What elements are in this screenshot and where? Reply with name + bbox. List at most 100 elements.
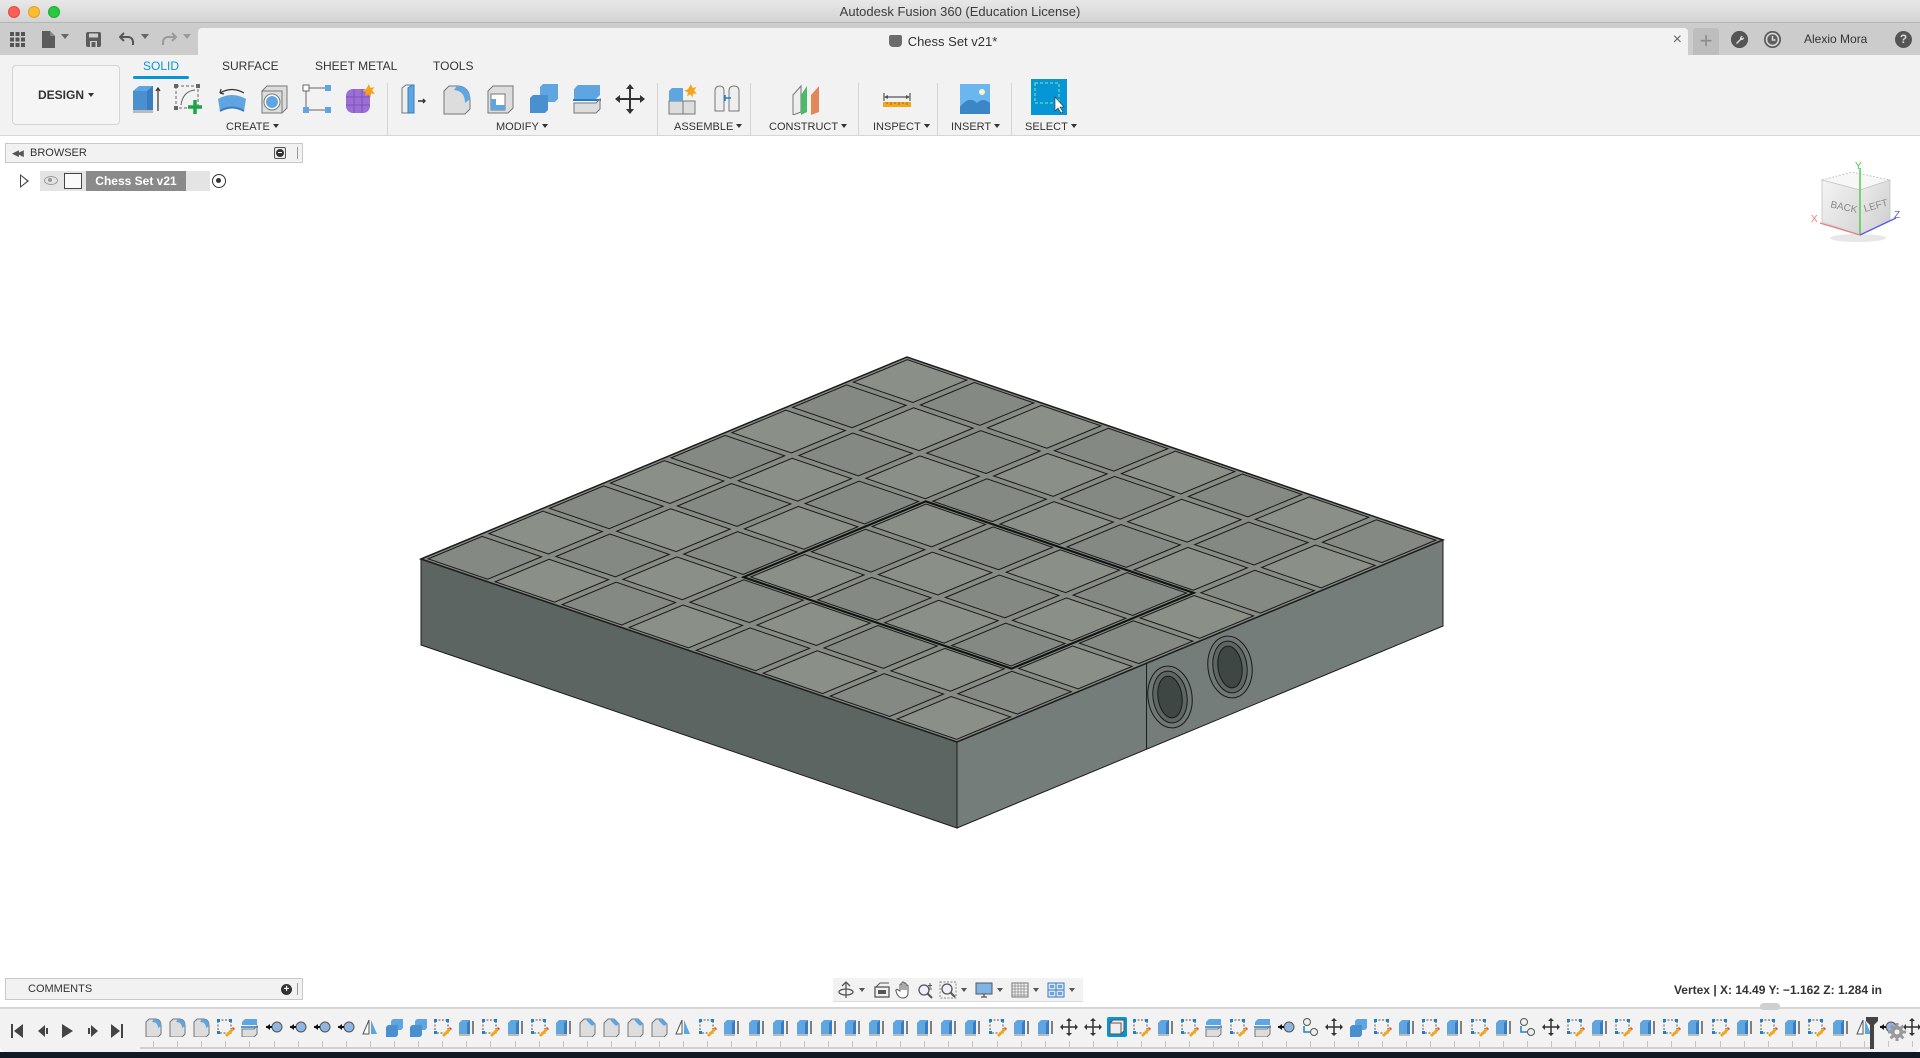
timeline-feature-move[interactable] [1059, 1017, 1079, 1037]
hole-tool-icon[interactable] [259, 83, 291, 115]
board-square[interactable] [554, 533, 671, 578]
create-menu[interactable]: CREATE [226, 121, 279, 133]
timeline-feature-box[interactable] [1107, 1017, 1127, 1037]
board-square[interactable] [1059, 475, 1176, 520]
board-square[interactable] [1071, 572, 1189, 616]
measure-tool-icon[interactable] [881, 83, 913, 115]
board-square[interactable] [1186, 473, 1304, 518]
workspace-switcher-button[interactable]: DESIGN [12, 65, 120, 125]
board-square[interactable] [621, 556, 738, 601]
tab-sheet-metal[interactable]: SHEET METAL [315, 59, 397, 79]
board-square[interactable] [1260, 544, 1377, 589]
board-square[interactable] [998, 501, 1115, 545]
timeline-feature-extrude[interactable] [1734, 1017, 1754, 1037]
board-square[interactable] [1119, 450, 1237, 495]
undo-history-caret-icon[interactable] [141, 34, 149, 39]
step-back-icon[interactable] [36, 1023, 50, 1039]
timeline-feature-extrude[interactable] [456, 1017, 476, 1037]
board-square[interactable] [694, 627, 812, 672]
timeline-feature-extrude[interactable] [794, 1017, 814, 1037]
go-to-start-icon[interactable] [10, 1023, 24, 1039]
panel-resize-grip[interactable] [297, 147, 298, 159]
panel-resize-grip[interactable] [297, 983, 298, 995]
timeline-feature-sketch[interactable] [480, 1017, 501, 1037]
timeline-feature-extrude[interactable] [818, 1017, 838, 1037]
timeline-feature-extrude[interactable] [1637, 1017, 1657, 1037]
timeline-feature-extrude[interactable] [938, 1017, 958, 1037]
new-component-tool-icon[interactable] [667, 83, 699, 115]
shell-tool-icon[interactable] [485, 83, 517, 115]
window-select-tool-icon[interactable] [1031, 79, 1067, 115]
zoom-caret-icon[interactable] [961, 987, 967, 992]
timeline-feature-sketch[interactable] [1661, 1017, 1682, 1037]
timeline-feature-sketch[interactable] [215, 1017, 236, 1037]
board-square[interactable] [992, 453, 1109, 497]
rectangular-pattern-tool-icon[interactable] [301, 83, 333, 115]
board-square[interactable] [809, 528, 927, 573]
board-square[interactable] [1199, 569, 1316, 614]
hinge-hole-1[interactable] [1144, 663, 1196, 731]
timeline-feature-mirror[interactable] [673, 1017, 693, 1037]
data-panel-grid-icon[interactable] [8, 30, 26, 48]
look-at-icon[interactable] [873, 980, 891, 1000]
board-right-side-face[interactable] [956, 539, 1444, 829]
timeline-feature-extrude[interactable] [1011, 1017, 1031, 1037]
timeline-feature-sketch[interactable] [1228, 1017, 1248, 1037]
timeline-feature-extrude[interactable] [721, 1017, 741, 1037]
browser-root-item[interactable]: Chess Set v21 [40, 171, 226, 191]
timeline-feature-joint[interactable] [288, 1017, 308, 1037]
board-square[interactable] [1065, 524, 1182, 568]
timeline-feature-fillet[interactable] [191, 1017, 211, 1038]
timeline-feature-extrude[interactable] [1685, 1017, 1705, 1037]
extrude-tool-icon[interactable] [131, 83, 163, 115]
browser-minimize-icon[interactable] [274, 147, 286, 159]
timeline-feature-extrude[interactable] [505, 1017, 525, 1037]
board-square[interactable] [797, 432, 914, 477]
timeline-feature-combine[interactable] [408, 1017, 428, 1037]
board-square[interactable] [682, 531, 799, 575]
modify-menu[interactable]: MODIFY [496, 121, 548, 133]
save-icon[interactable] [86, 30, 101, 48]
timeline-feature-extrude[interactable] [1155, 1017, 1175, 1037]
board-square[interactable] [791, 384, 908, 429]
board-square[interactable] [851, 359, 969, 403]
job-status-clock-icon[interactable] [1764, 31, 1781, 48]
timeline-feature-sketch[interactable] [1469, 1017, 1489, 1037]
timeline-feature-sketch[interactable] [1565, 1017, 1585, 1037]
timeline-feature-sketch[interactable] [1758, 1017, 1778, 1037]
root-component-name[interactable]: Chess Set v21 [86, 171, 186, 191]
fillet-tool-icon[interactable] [442, 83, 474, 115]
board-square[interactable] [985, 404, 1103, 449]
timeline-feature-extrude[interactable] [1589, 1017, 1609, 1037]
timeline-feature-extrude[interactable] [1396, 1017, 1416, 1037]
board-left-side-face[interactable] [420, 558, 958, 829]
display-settings-icon[interactable] [975, 980, 993, 1000]
board-square[interactable] [548, 485, 665, 530]
go-to-end-icon[interactable] [110, 1023, 124, 1039]
comments-panel[interactable]: COMMENTS + [5, 978, 303, 1000]
undo-icon[interactable] [119, 30, 135, 48]
timeline-feature-fillet[interactable] [167, 1017, 187, 1038]
timeline-feature-chamfer[interactable] [601, 1017, 621, 1038]
timeline-feature-extrude[interactable] [1782, 1017, 1802, 1037]
board-square[interactable] [956, 670, 1073, 715]
document-tab[interactable]: Chess Set v21* × [198, 28, 1688, 55]
timeline-feature-move[interactable] [1541, 1017, 1561, 1037]
visibility-eye-icon[interactable] [44, 176, 58, 185]
timeline-feature-joint[interactable] [336, 1017, 356, 1037]
tab-tools[interactable]: TOOLS [433, 59, 473, 79]
redo-history-caret-icon[interactable] [183, 34, 191, 39]
insert-image-tool-icon[interactable] [959, 83, 991, 115]
board-square[interactable] [688, 579, 805, 624]
timeline-feature-extrude[interactable] [866, 1017, 886, 1037]
timeline-feature-split[interactable] [1203, 1017, 1223, 1038]
board-square[interactable] [895, 696, 1013, 740]
expand-triangle-icon[interactable] [20, 174, 29, 188]
board-square[interactable] [749, 554, 866, 598]
board-square[interactable] [828, 673, 946, 717]
board-square[interactable] [755, 602, 872, 646]
board-square[interactable] [742, 505, 860, 550]
board-square[interactable] [426, 535, 544, 580]
close-tab-button[interactable]: × [1673, 32, 1682, 48]
assemble-menu[interactable]: ASSEMBLE [674, 121, 743, 133]
